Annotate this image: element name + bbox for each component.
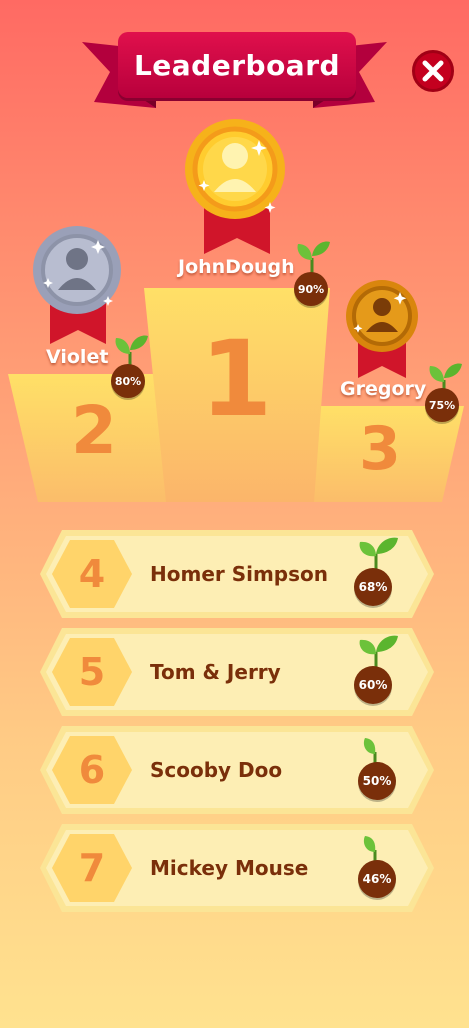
sprout-icon bbox=[297, 241, 330, 276]
row-rank: 7 bbox=[78, 846, 106, 890]
percent-badge: 46% bbox=[358, 860, 396, 898]
row-player-name: Homer Simpson bbox=[150, 562, 329, 586]
percent-badge: 80% bbox=[111, 364, 145, 398]
podium-name-2: Violet bbox=[46, 346, 109, 368]
row-player-name: Tom & Jerry bbox=[150, 660, 281, 684]
bronze-medal-icon bbox=[346, 280, 418, 378]
row-rank: 5 bbox=[78, 650, 106, 694]
silver-medal-icon bbox=[33, 226, 121, 344]
percent-badge: 50% bbox=[358, 762, 396, 800]
gold-medal-icon bbox=[185, 119, 285, 254]
row-player-name: Scooby Doo bbox=[150, 758, 283, 782]
list-item: 7 Mickey Mouse 46% bbox=[40, 824, 434, 912]
list-item: 6 Scooby Doo 50% bbox=[40, 726, 434, 814]
list-item: 4 Homer Simpson 68% bbox=[40, 530, 434, 618]
podium-name-1: JohnDough bbox=[178, 256, 295, 278]
close-button[interactable] bbox=[412, 50, 454, 92]
percent-badge: 90% bbox=[294, 272, 328, 306]
percent-badge: 75% bbox=[425, 388, 459, 422]
sprout-icon bbox=[359, 635, 398, 668]
list-item: 5 Tom & Jerry 60% bbox=[40, 628, 434, 716]
row-rank: 6 bbox=[78, 748, 106, 792]
row-rank: 4 bbox=[78, 552, 106, 596]
title-banner: Leaderboard bbox=[118, 32, 356, 98]
percent-badge: 60% bbox=[354, 666, 392, 704]
podium-rank-3: 3 bbox=[359, 414, 401, 484]
podium-rank-1: 1 bbox=[200, 318, 273, 440]
row-player-name: Mickey Mouse bbox=[150, 856, 309, 880]
sprout-icon bbox=[359, 537, 398, 570]
podium-rank-2: 2 bbox=[71, 392, 117, 469]
close-icon bbox=[422, 60, 444, 82]
page-title: Leaderboard bbox=[133, 48, 341, 82]
podium-name-3: Gregory bbox=[340, 378, 427, 400]
percent-badge: 68% bbox=[354, 568, 392, 606]
